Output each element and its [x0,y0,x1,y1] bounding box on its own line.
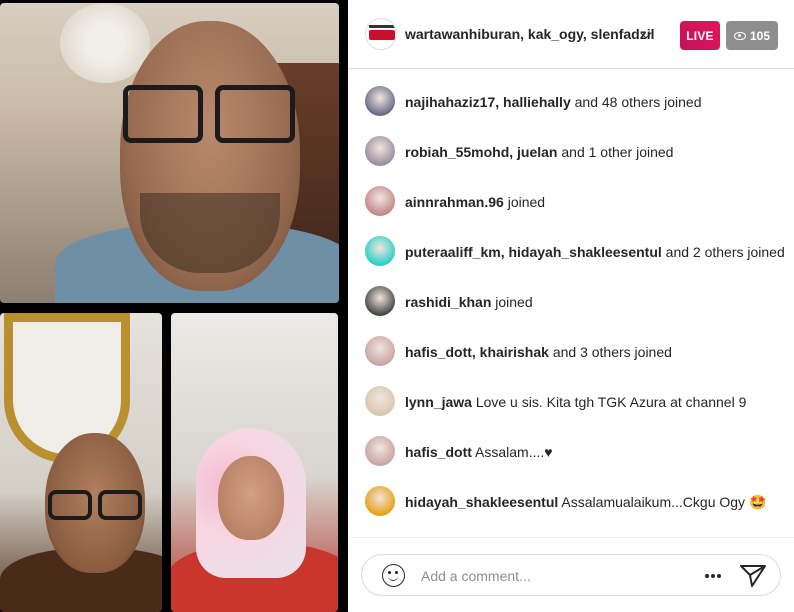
feed-row-text: hafis_dott Assalam....♥ [405,444,553,460]
composer-divider [348,537,794,538]
feed-message: Assalam....♥ [475,444,553,460]
feed-row: rashidi_khan joined [348,276,794,326]
eye-icon [733,31,746,40]
feed-row-text: lynn_jawa Love u sis. Kita tgh TGK Azura… [405,394,746,410]
feed-row: ainnrahman.96 joined [348,176,794,226]
feed-username[interactable]: lynn_jawa [405,394,472,410]
comment-feed: najihahaziz17, halliehally and 48 others… [348,76,794,526]
feed-message: Love u sis. Kita tgh TGK Azura at channe… [475,394,747,410]
viewer-count-badge[interactable]: 105 [726,21,778,50]
feed-username[interactable]: hidayah_shakleesentul [405,494,558,510]
feed-username[interactable]: hafis_dott, khairishak [405,344,549,360]
user-avatar[interactable] [365,86,395,116]
emoji-icon[interactable] [382,564,405,587]
host-avatar[interactable] [365,18,397,50]
user-avatar[interactable] [365,286,395,316]
feed-row-text: najihahaziz17, halliehally and 48 others… [405,94,702,110]
feed-row-text: hidayah_shakleesentul Assalamualaikum...… [405,494,766,511]
send-icon[interactable] [739,563,767,589]
feed-row: najihahaziz17, halliehally and 48 others… [348,76,794,126]
more-options-icon[interactable] [705,574,709,578]
feed-row: robiah_55mohd, juelan and 1 other joined [348,126,794,176]
live-header: wartawanhiburan, kak_ogy, slenfadzil LIV… [348,0,794,69]
host-logo-strip [369,25,395,28]
feed-row-text: robiah_55mohd, juelan and 1 other joined [405,144,673,160]
feed-row: lynn_jawa Love u sis. Kita tgh TGK Azura… [348,376,794,426]
live-video-area [0,0,348,612]
user-avatar[interactable] [365,186,395,216]
join-suffix: and 1 other joined [557,144,674,160]
video-tile-guest-2[interactable] [171,313,338,612]
feed-username[interactable]: puteraaliff_km, hidayah_shakleesentul [405,244,662,260]
join-suffix: and 3 others joined [548,344,672,360]
feed-message: Assalamualaikum...Ckgu Ogy 🤩 [561,494,767,510]
join-suffix: joined [503,194,546,210]
feed-username[interactable]: robiah_55mohd, juelan [405,144,557,160]
viewer-count: 105 [749,28,771,43]
user-avatar[interactable] [365,436,395,466]
feed-username[interactable]: rashidi_khan [405,294,491,310]
video-tile-guest-1[interactable] [0,313,162,612]
feed-username[interactable]: hafis_dott [405,444,472,460]
feed-row-text: rashidi_khan joined [405,294,533,310]
user-avatar[interactable] [365,386,395,416]
comment-input[interactable] [421,566,701,586]
user-avatar[interactable] [365,136,395,166]
feed-row-text: puteraaliff_km, hidayah_shakleesentul an… [405,244,785,260]
feed-username[interactable]: ainnrahman.96 [405,194,504,210]
join-suffix: joined [491,294,533,310]
host-logo [369,30,395,40]
feed-row: hafis_dott Assalam....♥ [348,426,794,476]
join-suffix: and 2 others joined [661,244,785,260]
live-badge: LIVE [680,21,720,50]
user-avatar[interactable] [365,236,395,266]
live-comment-panel: wartawanhiburan, kak_ogy, slenfadzil LIV… [348,0,794,612]
person-guest-2 [171,428,338,612]
feed-row-text: hafis_dott, khairishak and 3 others join… [405,344,672,360]
feed-row: hidayah_shakleesentul Assalamualaikum...… [348,476,794,526]
person-guest-1 [0,428,162,612]
join-suffix: and 48 others joined [570,94,702,110]
feed-row: puteraaliff_km, hidayah_shakleesentul an… [348,226,794,276]
host-names[interactable]: wartawanhiburan, kak_ogy, slenfadzil [405,26,654,42]
feed-row: hafis_dott, khairishak and 3 others join… [348,326,794,376]
comment-composer [361,554,781,596]
feed-row-text: ainnrahman.96 joined [405,194,545,210]
feed-username[interactable]: najihahaziz17, halliehally [405,94,571,110]
video-tile-host[interactable] [0,3,339,303]
person-host [55,13,339,303]
user-avatar[interactable] [365,486,395,516]
user-avatar[interactable] [365,336,395,366]
